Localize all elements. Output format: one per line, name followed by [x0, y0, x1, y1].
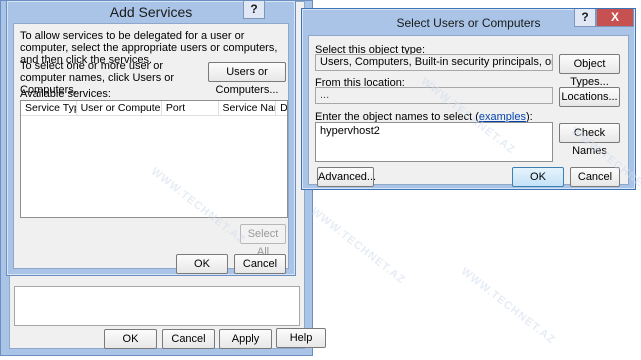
background-ok-button[interactable]: OK [104, 329, 157, 349]
background-cancel-button[interactable]: Cancel [162, 329, 215, 349]
watermark-text: WWW.TECHNET.AZ [458, 265, 558, 347]
select-users-help-button[interactable]: ? [574, 9, 596, 27]
add-services-cancel-button[interactable]: Cancel [234, 254, 286, 274]
services-list-header: Service Type User or Computer Port Servi… [21, 101, 287, 116]
column-user-or-computer[interactable]: User or Computer [77, 101, 162, 115]
add-services-ok-button[interactable]: OK [176, 254, 228, 274]
column-service-type[interactable]: Service Type [21, 101, 77, 115]
add-services-dialog: Add Services ? To allow services to be d… [6, 0, 296, 276]
advanced-button[interactable]: Advanced... [317, 167, 376, 187]
locations-button[interactable]: Locations... [559, 87, 620, 107]
select-users-client: Select this object type: Users, Computer… [308, 35, 629, 187]
available-services-list[interactable]: Service Type User or Computer Port Servi… [20, 100, 288, 218]
location-field: ... [315, 87, 553, 104]
users-or-computers-button[interactable]: Users or Computers... [208, 62, 286, 96]
column-d[interactable]: D [276, 101, 287, 115]
object-types-button[interactable]: Object Types... [559, 54, 620, 88]
column-service-name[interactable]: Service Name [219, 101, 277, 115]
select-users-dialog: Select Users or Computers ? X Select thi… [301, 8, 636, 190]
select-all-button[interactable]: Select All [240, 224, 286, 258]
object-names-input[interactable]: hypervhost2 [315, 122, 553, 162]
select-users-cancel-button[interactable]: Cancel [570, 167, 620, 187]
object-type-field: Users, Computers, Built-in security prin… [315, 54, 553, 71]
add-services-client: To allow services to be delegated for a … [13, 23, 289, 274]
background-apply-button[interactable]: Apply [219, 329, 272, 349]
available-services-label: Available services: [20, 88, 111, 100]
watermark-text: WWW.TECHNET.AZ [308, 205, 408, 287]
background-help-button[interactable]: Help [276, 328, 326, 348]
select-users-ok-button[interactable]: OK [512, 167, 564, 187]
check-names-button[interactable]: Check Names [559, 123, 620, 157]
column-port[interactable]: Port [162, 101, 219, 115]
close-icon[interactable]: X [596, 9, 634, 27]
add-services-help-button[interactable]: ? [243, 1, 265, 19]
background-list-area [14, 286, 300, 326]
